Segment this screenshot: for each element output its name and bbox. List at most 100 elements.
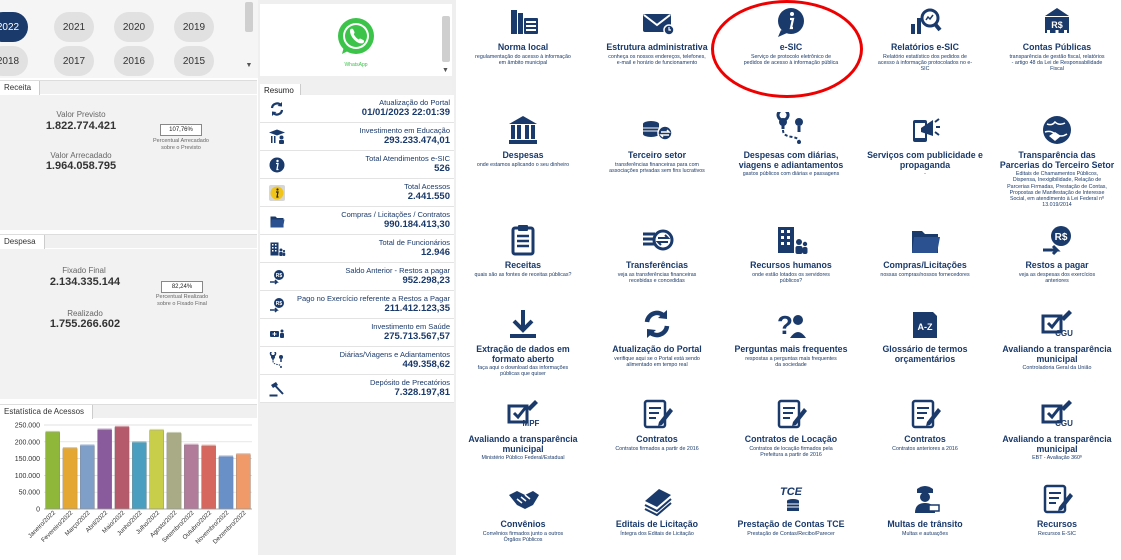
tile-description: Órgãos Públicos xyxy=(503,536,543,543)
bank-icon xyxy=(509,116,537,144)
whatsapp-scroll-down-icon[interactable]: ▼ xyxy=(442,67,449,74)
tile-title: Relatórios e-SIC xyxy=(891,42,959,52)
resumo-label: Total de Funcionários xyxy=(378,238,450,247)
year-2015[interactable]: 2015 xyxy=(174,46,214,76)
tile-terceiro-setor[interactable]: Terceiro setor transferências financeiras… xyxy=(590,112,724,174)
resumo-row[interactable]: Compras / Licitações / Contratos 990.184.… xyxy=(260,207,454,235)
bar[interactable] xyxy=(114,427,130,510)
year-scrollbar[interactable] xyxy=(245,2,253,32)
money-back-icon: R$ xyxy=(1043,226,1071,256)
bar[interactable] xyxy=(132,442,147,510)
resumo-row[interactable]: Total de Funcionários 12.946 xyxy=(260,235,454,263)
bar[interactable] xyxy=(184,445,199,510)
bar[interactable] xyxy=(80,445,95,510)
tile-receitas[interactable]: Receitas quais são as fontes de receitas … xyxy=(456,222,590,278)
tile-contratos[interactable]: Contratos Contratos anteriores a 2016 xyxy=(858,396,992,452)
bar[interactable] xyxy=(149,430,164,510)
tile-title: formato aberto xyxy=(491,353,555,364)
tile-avaliando-a-transpar-ncia-municipal[interactable]: CGU Avaliando a transparência municipal Con… xyxy=(990,306,1121,371)
tile-title: Contas Públicas xyxy=(1022,42,1092,52)
fixado-final-label: Fixado Final xyxy=(62,266,106,275)
tile-description: da sociedade xyxy=(775,361,807,368)
tile-contas-p-blicas[interactable]: R$ Contas Públicas transparência de gestão… xyxy=(990,4,1121,72)
receita-header: Receita xyxy=(0,80,257,95)
resumo-row[interactable]: Depósito de Precatórios 7.328.197,81 xyxy=(260,375,454,403)
bar-top xyxy=(149,428,164,431)
money-back-icon: R$ xyxy=(268,268,286,286)
tile-title: Prestação de Contas TCE xyxy=(737,519,845,529)
tile-despesas[interactable]: Despesas onde estamos aplicando o seu din… xyxy=(456,112,590,168)
tile-presta-o-de-contas-tce[interactable]: TCE Prestação de Contas TCE Prestação de C… xyxy=(724,481,858,537)
tile-compras-licita-es[interactable]: Compras/Licitações nossas compras/nossos … xyxy=(858,222,992,278)
tile-editais-de-licita-o[interactable]: Editais de Licitação Íntegra dos Editais … xyxy=(590,481,724,537)
tile-description: anteriores xyxy=(1045,277,1069,284)
despesa-percent-caption: Percentual Realizado sobre o Fixado Fina… xyxy=(155,294,209,307)
bar[interactable] xyxy=(236,454,251,510)
tile-relat-rios-e-sic[interactable]: Relatórios e-SIC Relatório estatístico do… xyxy=(858,4,992,72)
tile-atualiza-o-do-portal[interactable]: Atualização do Portal verifique aqui se o… xyxy=(590,306,724,368)
tile-contratos[interactable]: Contratos Contratos firmados a partir de … xyxy=(590,396,724,452)
year-2017[interactable]: 2017 xyxy=(54,46,94,76)
bar[interactable] xyxy=(62,448,78,510)
tile-multas-de-tr-nsito[interactable]: Multas de trânsito Multas e autuações xyxy=(858,481,992,537)
tile-avaliando-a-transpar-ncia-municipal[interactable]: MPF Avaliando a transparência municipal Min… xyxy=(456,396,590,461)
tile-recursos-humanos[interactable]: Recursos humanos onde estão lotados os se… xyxy=(724,222,858,284)
resumo-row[interactable]: Total Atendimentos e-SIC 526 xyxy=(260,151,454,179)
tile-conv-nios[interactable]: Convênios Convênios firmados junto a outr… xyxy=(456,481,590,543)
resumo-row[interactable]: Total Acessos 2.441.550 xyxy=(260,179,454,207)
year-scroll-down-icon[interactable]: ▼ xyxy=(245,62,253,69)
stats-tab[interactable]: Estatística de Acessos xyxy=(0,405,94,419)
traffic-officer-icon xyxy=(915,486,940,513)
resumo-row[interactable]: Investimento em Saúde 275.713.567,57 xyxy=(260,319,454,347)
tile-avaliando-a-transpar-ncia-municipal[interactable]: CGU Avaliando a transparência municipal EBT… xyxy=(990,396,1121,461)
tile-servi-os-com-publicidade-e-propaganda[interactable]: Serviços com publicidade e propaganda - xyxy=(858,112,992,177)
refresh-icon xyxy=(644,310,670,338)
resumo-row[interactable]: Atualização do Portal 01/01/2023 22:01:39 xyxy=(260,95,454,123)
envelope-icon xyxy=(643,14,675,36)
tile-despesas-com-di-rias-viagens-e-adiantamentos[interactable]: Despesas com diárias, viagens e adiantame… xyxy=(724,112,858,177)
tile-title: viagens e adiantamentos xyxy=(738,159,844,170)
bar[interactable] xyxy=(166,433,182,510)
tile-transpar-ncia-das-parcerias-do-terceiro-setor[interactable]: Transparência das Parcerias do Terceiro S… xyxy=(990,112,1121,209)
resumo-row[interactable]: R$ Saldo Anterior - Restos a pagar 952.298… xyxy=(260,263,454,291)
bar[interactable] xyxy=(97,429,112,510)
resumo-row[interactable]: Investimento em Educação 293.233.474,01 xyxy=(260,123,454,151)
resumo-row[interactable]: R$ Pago no Exercício referente a Restos a… xyxy=(260,291,454,319)
bar-top xyxy=(218,455,234,458)
tile-title: Receitas xyxy=(504,260,542,270)
tile-recursos[interactable]: Recursos Recursos E-SIC xyxy=(990,481,1121,537)
tile-perguntas-mais-frequentes[interactable]: ? Perguntas mais frequentes respostas a pe… xyxy=(724,306,858,368)
whatsapp-box[interactable]: WhatsApp ▼ xyxy=(260,4,452,76)
tile-norma-local[interactable]: Norma local regulamentação do acesso à in… xyxy=(456,4,590,66)
tile-transfer-ncias[interactable]: Transferências veja as transferências fin… xyxy=(590,222,724,284)
tile-restos-a-pagar[interactable]: R$ Restos a pagar veja as despesas dos exe… xyxy=(990,222,1121,284)
despesa-tab[interactable]: Despesa xyxy=(0,235,45,249)
resumo-row[interactable]: Diárias/Viagens e Adiantamentos 449.358,6… xyxy=(260,347,454,375)
tile-estrutura-administrativa[interactable]: Estrutura administrativa conheça os nosso… xyxy=(590,4,724,66)
receita-tab[interactable]: Receita xyxy=(0,81,41,95)
whatsapp-icon[interactable] xyxy=(332,12,380,60)
year-2018[interactable]: 2018 xyxy=(0,46,28,76)
year-2022[interactable]: 2022 xyxy=(0,12,28,42)
year-2021[interactable]: 2021 xyxy=(54,12,94,42)
whatsapp-scrollbar[interactable] xyxy=(442,16,450,62)
year-2016[interactable]: 2016 xyxy=(114,46,154,76)
stats-header: Estatística de Acessos xyxy=(0,404,257,419)
fixado-final-value: 2.134.335.144 xyxy=(49,276,121,288)
tile-gloss-rio-de-termos-or-ament-rios[interactable]: A-Z Glossário de termos orçamentários xyxy=(858,306,992,364)
tile-contratos-de-loca-o[interactable]: Contratos de Locação Contratos de locação… xyxy=(724,396,858,458)
bar[interactable] xyxy=(218,456,234,510)
tile-description: SIC xyxy=(920,66,930,73)
contract-pen-icon xyxy=(1043,484,1073,514)
resumo-value: 2.441.550 xyxy=(407,191,450,202)
year-2020[interactable]: 2020 xyxy=(114,12,154,42)
tile-extra-o-de-dados-em-formato-aberto[interactable]: Extração de dados em formato aberto faça a… xyxy=(456,306,590,378)
folder-icon xyxy=(268,212,286,230)
tile-description: em âmbito municipal xyxy=(498,59,548,66)
bar[interactable] xyxy=(201,446,216,510)
tile-description: - xyxy=(924,171,926,177)
bar[interactable] xyxy=(45,432,60,510)
year-2019[interactable]: 2019 xyxy=(174,12,214,42)
tile-description: gastos públicos com diárias e passagens xyxy=(742,171,840,177)
refresh-icon xyxy=(268,100,286,118)
